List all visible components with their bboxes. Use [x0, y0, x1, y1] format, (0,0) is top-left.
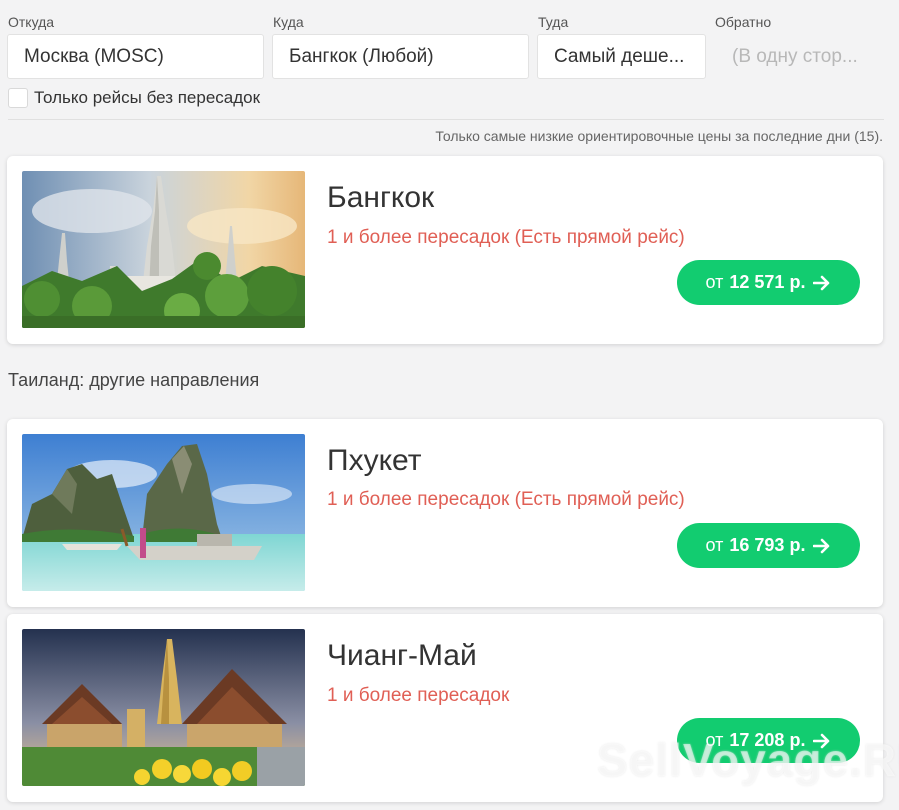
result-card-phuket[interactable]: Пхукет 1 и более пересадок (Есть прямой … [7, 419, 883, 607]
direct-only-checkbox[interactable] [8, 88, 28, 108]
search-form: Откуда Москва (MOSC) Куда Бангкок (Любой… [0, 0, 899, 120]
price-button[interactable]: от 16 793 р. [677, 523, 860, 568]
depart-label: Туда [538, 14, 569, 30]
to-label: Куда [273, 14, 304, 30]
price-amount: 12 571 р. [729, 272, 806, 292]
price-button[interactable]: от 12 571 р. [677, 260, 860, 305]
arrow-right-icon [813, 275, 830, 290]
direct-only-label[interactable]: Только рейсы без пересадок [34, 88, 260, 108]
stops-info: 1 и более пересадок (Есть прямой рейс) [327, 227, 685, 248]
divider [8, 119, 884, 120]
bangkok-photo [22, 171, 305, 328]
city-name: Чианг-Май [327, 639, 477, 672]
price-note: Только самые низкие ориентировочные цены… [435, 128, 883, 144]
price-prefix: от [705, 535, 724, 555]
price-amount: 16 793 р. [729, 535, 806, 555]
phuket-photo [22, 434, 305, 591]
city-name: Пхукет [327, 444, 422, 477]
stops-info: 1 и более пересадок (Есть прямой рейс) [327, 489, 685, 510]
return-label: Обратно [715, 14, 772, 30]
return-input[interactable]: (В одну стор... [715, 34, 885, 79]
stops-info: 1 и более пересадок [327, 685, 510, 706]
bangkok-temple-image [22, 171, 305, 328]
depart-input[interactable]: Самый деше... [537, 34, 706, 79]
from-label: Откуда [8, 14, 55, 30]
to-input[interactable]: Бангкок (Любой) [272, 34, 529, 79]
chiang-mai-temple-image [22, 629, 305, 786]
price-prefix: от [705, 272, 724, 292]
arrow-right-icon [813, 538, 830, 553]
direct-only-option[interactable]: Только рейсы без пересадок [8, 87, 260, 109]
watermark: SellVoyage.RU [597, 734, 899, 786]
chiang-mai-photo [22, 629, 305, 786]
city-name: Бангкок [327, 181, 435, 214]
result-card-bangkok[interactable]: Бангкок 1 и более пересадок (Есть прямой… [7, 156, 883, 344]
phuket-beach-image [22, 434, 305, 591]
from-input[interactable]: Москва (MOSC) [7, 34, 264, 79]
section-title: Таиланд: другие направления [8, 370, 260, 390]
